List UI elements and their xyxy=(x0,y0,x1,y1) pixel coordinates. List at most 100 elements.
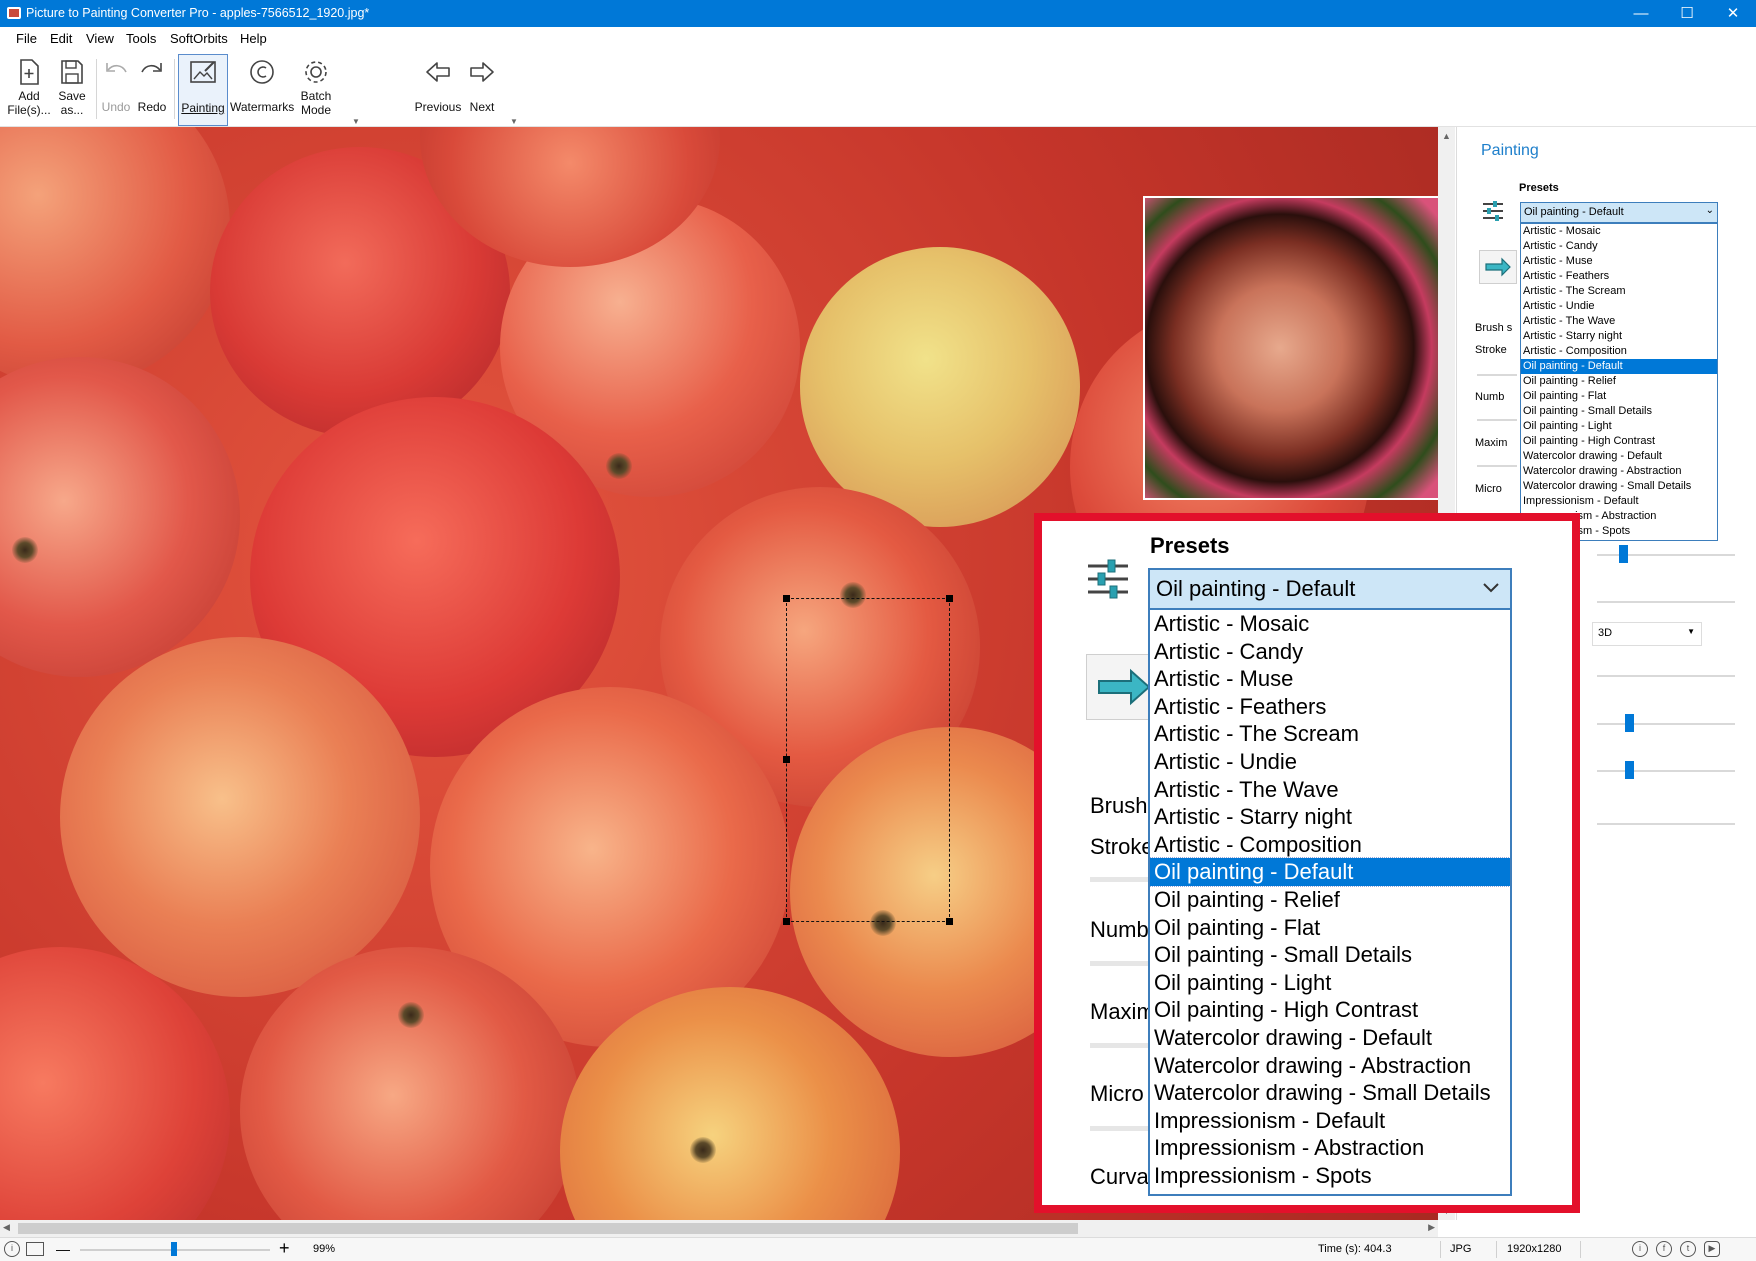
menu-tools[interactable]: Tools xyxy=(126,31,156,46)
preset-option[interactable]: Artistic - Muse xyxy=(1150,665,1510,693)
zoom-presets-select[interactable]: Oil painting - Default xyxy=(1148,568,1512,610)
menu-help[interactable]: Help xyxy=(240,31,267,46)
slider-thumb[interactable] xyxy=(1625,714,1634,732)
horizontal-scrollbar[interactable]: ◀ ▶ xyxy=(0,1220,1438,1237)
preset-option[interactable]: Oil painting - High Contrast xyxy=(1521,434,1717,449)
preset-option[interactable]: Impressionism - Abstraction xyxy=(1150,1134,1510,1162)
add-files-button[interactable]: Add File(s)... xyxy=(6,54,52,124)
preset-option[interactable]: Oil painting - Relief xyxy=(1150,886,1510,914)
slider-track[interactable] xyxy=(1090,877,1150,882)
info-icon[interactable]: i xyxy=(1632,1241,1648,1257)
selection-rectangle[interactable] xyxy=(783,595,953,925)
undo-button[interactable]: Undo xyxy=(100,54,132,124)
scroll-left-icon[interactable]: ◀ xyxy=(3,1222,10,1233)
preset-option[interactable]: Impressionism - Default xyxy=(1150,1107,1510,1135)
slider-track[interactable] xyxy=(1477,419,1517,421)
menu-file[interactable]: File xyxy=(16,31,37,46)
slider-track[interactable] xyxy=(1090,961,1150,966)
slider-track[interactable] xyxy=(1477,465,1517,467)
resize-handle[interactable] xyxy=(783,918,790,925)
facebook-icon[interactable]: f xyxy=(1656,1241,1672,1257)
preset-option[interactable]: Artistic - Mosaic xyxy=(1521,224,1717,239)
preset-option[interactable]: Oil painting - Light xyxy=(1150,969,1510,997)
preset-option[interactable]: Watercolor drawing - Abstraction xyxy=(1521,464,1717,479)
slider-track[interactable] xyxy=(1090,1126,1150,1131)
slider-thumb[interactable] xyxy=(1619,545,1628,563)
menu-edit[interactable]: Edit xyxy=(50,31,72,46)
preset-option[interactable]: Oil painting - Flat xyxy=(1150,914,1510,942)
preset-option[interactable]: Artistic - The Wave xyxy=(1150,776,1510,804)
preset-option[interactable]: Watercolor drawing - Default xyxy=(1150,1024,1510,1052)
resize-handle[interactable] xyxy=(783,595,790,602)
preset-option[interactable]: Artistic - The Scream xyxy=(1521,284,1717,299)
zoom-slider-thumb[interactable] xyxy=(171,1242,177,1256)
preset-option[interactable]: Watercolor drawing - Default xyxy=(1521,449,1717,464)
youtube-icon[interactable]: ▶ xyxy=(1704,1241,1720,1257)
preset-option[interactable]: Oil painting - Light xyxy=(1521,419,1717,434)
slider-track[interactable] xyxy=(1090,1043,1150,1048)
preset-option[interactable]: Artistic - Mosaic xyxy=(1150,610,1510,638)
zoom-out-icon[interactable]: — xyxy=(56,1242,70,1256)
info-icon[interactable]: i xyxy=(4,1241,20,1257)
slider-track[interactable] xyxy=(1597,554,1735,556)
watermarks-button[interactable]: Watermarks xyxy=(230,54,294,124)
preset-option[interactable]: Artistic - Feathers xyxy=(1521,269,1717,284)
slider-track[interactable] xyxy=(1597,601,1735,603)
twitter-icon[interactable]: t xyxy=(1680,1241,1696,1257)
slider-track[interactable] xyxy=(1597,675,1735,677)
toolbar-overflow-caret[interactable]: ▼ xyxy=(510,117,518,126)
menu-softorbits[interactable]: SoftOrbits xyxy=(170,31,228,46)
resize-handle[interactable] xyxy=(783,756,790,763)
preset-option[interactable]: Artistic - Composition xyxy=(1521,344,1717,359)
menu-view[interactable]: View xyxy=(86,31,114,46)
preset-option[interactable]: Artistic - The Wave xyxy=(1521,314,1717,329)
preset-option[interactable]: Impressionism - Default xyxy=(1521,494,1717,509)
preset-option[interactable]: Oil painting - Relief xyxy=(1521,374,1717,389)
minimize-button[interactable]: — xyxy=(1618,0,1664,27)
slider-track[interactable] xyxy=(1597,823,1735,825)
preset-option[interactable]: Artistic - Feathers xyxy=(1150,693,1510,721)
preset-option[interactable]: Artistic - Undie xyxy=(1521,299,1717,314)
slider-thumb[interactable] xyxy=(1625,761,1634,779)
fit-to-window-icon[interactable] xyxy=(26,1242,44,1256)
preset-option[interactable]: Artistic - Starry night xyxy=(1150,803,1510,831)
zoom-in-icon[interactable]: + xyxy=(279,1239,290,1257)
close-button[interactable]: ✕ xyxy=(1710,0,1756,27)
previous-button[interactable]: Previous xyxy=(410,54,466,124)
preset-option-selected[interactable]: Oil painting - Default xyxy=(1521,359,1717,374)
resize-handle[interactable] xyxy=(946,918,953,925)
horizontal-scrollbar-thumb[interactable] xyxy=(18,1223,1078,1234)
preset-option[interactable]: Oil painting - Small Details xyxy=(1521,404,1717,419)
scroll-right-icon[interactable]: ▶ xyxy=(1428,1222,1435,1233)
presets-select[interactable]: Oil painting - Default ⌄ xyxy=(1520,202,1718,223)
preset-option[interactable]: Artistic - Muse xyxy=(1521,254,1717,269)
maximize-button[interactable]: ☐ xyxy=(1664,0,1710,27)
save-as-button[interactable]: Save as... xyxy=(52,54,92,124)
slider-track[interactable] xyxy=(1477,374,1517,376)
next-button[interactable]: Next xyxy=(466,54,498,124)
preset-option[interactable]: Watercolor drawing - Small Details xyxy=(1150,1079,1510,1107)
preset-option[interactable]: Impressionism - Spots xyxy=(1150,1162,1510,1190)
preset-option[interactable]: Artistic - Candy xyxy=(1521,239,1717,254)
preset-option[interactable]: Oil painting - High Contrast xyxy=(1150,996,1510,1024)
mode-select[interactable]: 3D ▼ xyxy=(1592,622,1702,646)
preset-option[interactable]: Watercolor drawing - Abstraction xyxy=(1150,1052,1510,1080)
preset-option-selected[interactable]: Oil painting - Default xyxy=(1150,857,1510,887)
batch-mode-button[interactable]: Batch Mode xyxy=(296,54,336,124)
painting-button[interactable]: Painting xyxy=(178,54,228,126)
preset-option[interactable]: Oil painting - Flat xyxy=(1521,389,1717,404)
redo-button[interactable]: Redo xyxy=(136,54,168,124)
preset-option[interactable]: Oil painting - Small Details xyxy=(1150,941,1510,969)
toolbar-overflow-caret[interactable]: ▼ xyxy=(352,117,360,126)
preset-option[interactable]: Artistic - Candy xyxy=(1150,638,1510,666)
preset-option[interactable]: Artistic - The Scream xyxy=(1150,720,1510,748)
preset-option[interactable]: Watercolor drawing - Small Details xyxy=(1521,479,1717,494)
preset-option[interactable]: Artistic - Starry night xyxy=(1521,329,1717,344)
slider-track[interactable] xyxy=(1597,770,1735,772)
apply-preset-button[interactable] xyxy=(1479,250,1517,284)
resize-handle[interactable] xyxy=(946,595,953,602)
slider-track[interactable] xyxy=(1597,723,1735,725)
preset-option[interactable]: Artistic - Composition xyxy=(1150,831,1510,859)
scroll-up-icon[interactable]: ▲ xyxy=(1442,131,1451,141)
preset-option[interactable]: Artistic - Undie xyxy=(1150,748,1510,776)
